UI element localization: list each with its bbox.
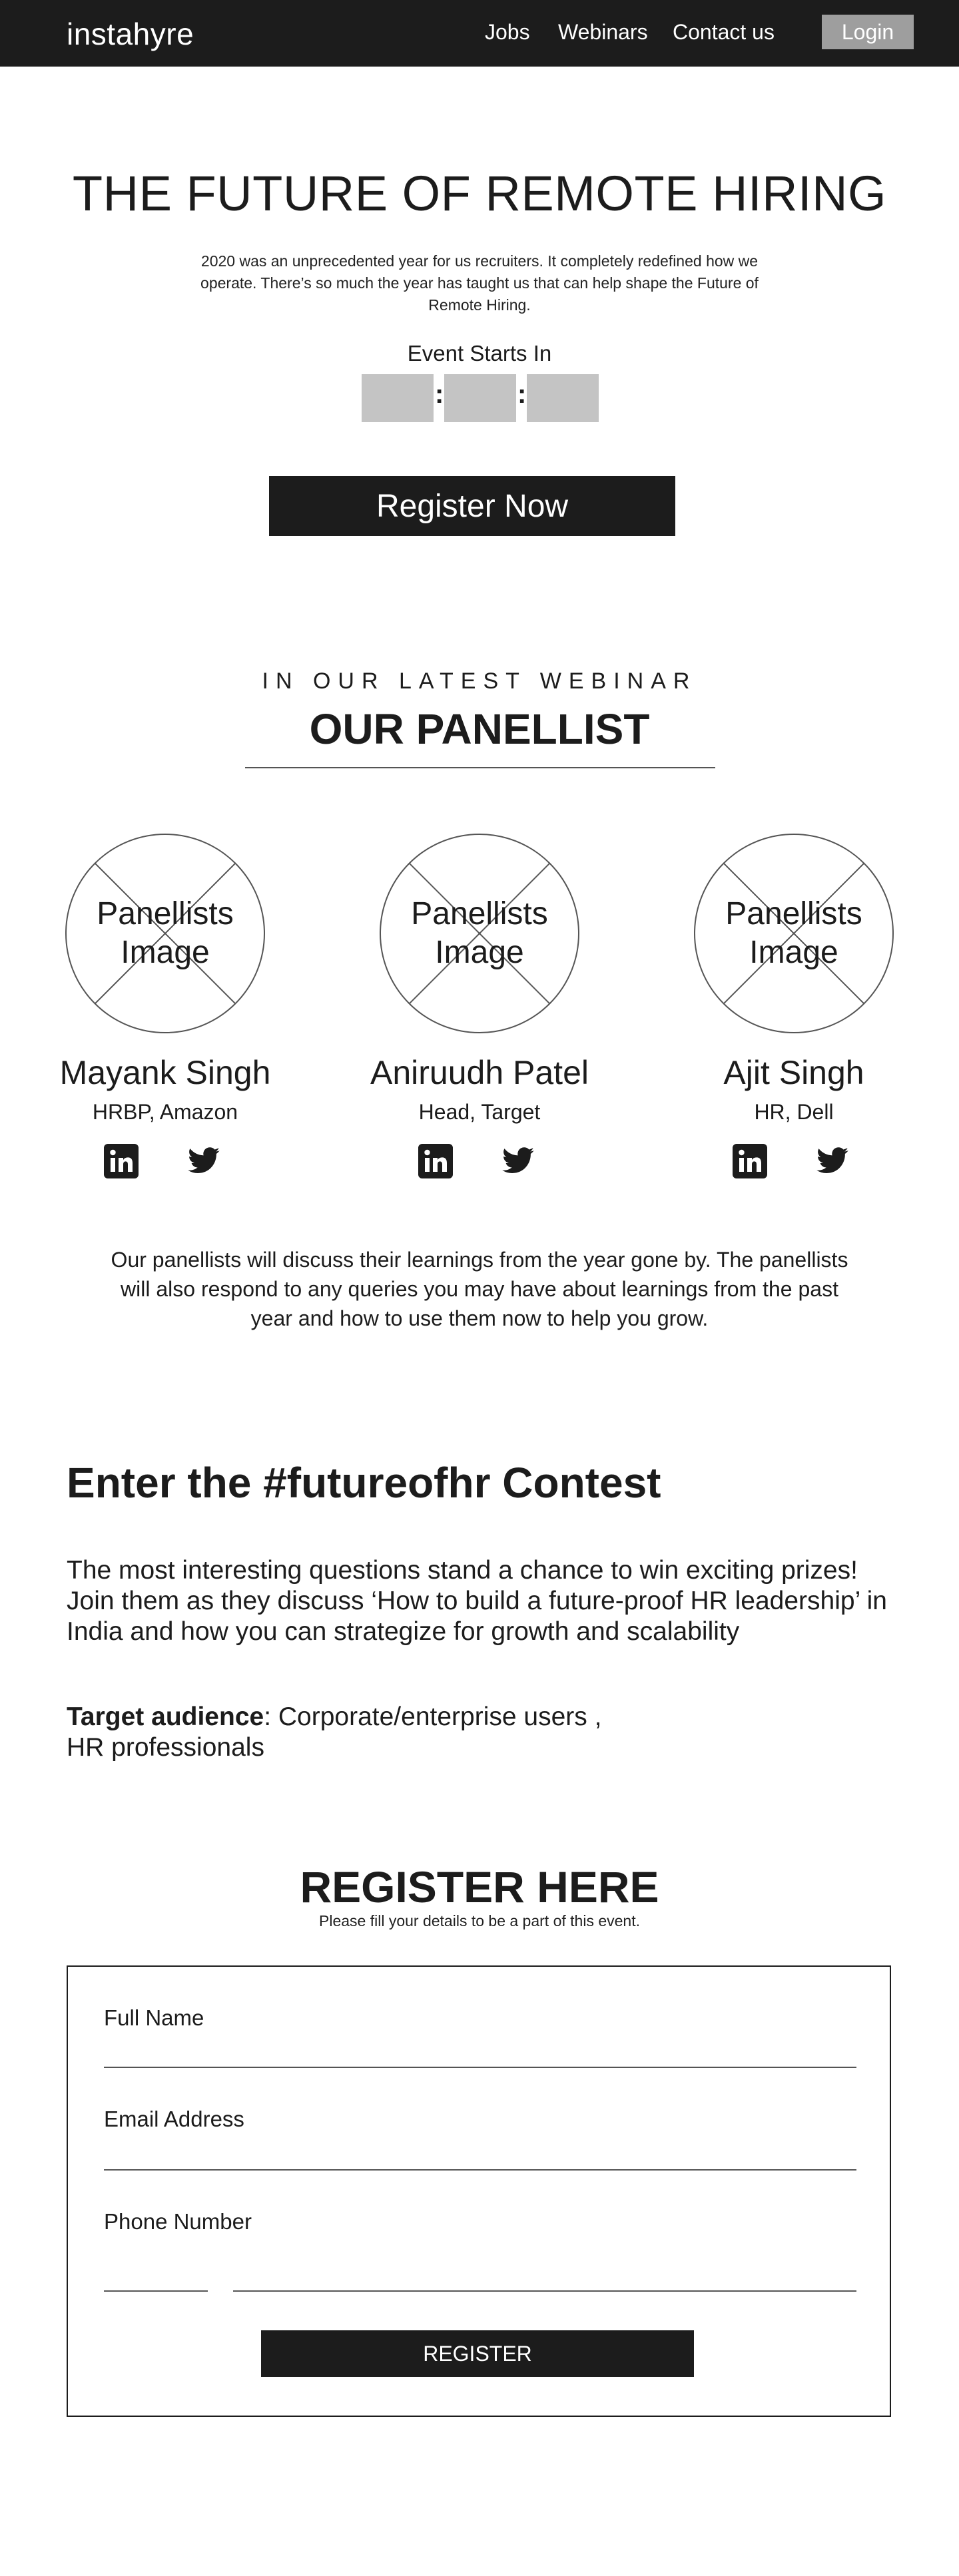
register-now-button[interactable]: Register Now: [269, 476, 675, 536]
full-name-label: Full Name: [104, 2005, 204, 2030]
country-code-field[interactable]: [104, 2252, 208, 2292]
phone-field[interactable]: [233, 2252, 856, 2292]
hero-description: 2020 was an unprecedented year for us re…: [200, 252, 759, 314]
countdown-box-seconds: [527, 374, 599, 422]
contest-heading: Enter the #futureofhr Contest: [67, 1459, 661, 1507]
panelist-role: HR, Dell: [754, 1100, 834, 1124]
country-code-underline: [104, 2290, 208, 2292]
panelist-role: HRBP, Amazon: [92, 1100, 238, 1124]
countdown-separator: :: [435, 380, 444, 409]
phone-label: Phone Number: [104, 2209, 252, 2234]
panelist-role: Head, Target: [418, 1100, 541, 1124]
heading-divider: [245, 767, 715, 768]
email-field[interactable]: [104, 2131, 856, 2171]
event-starts-label: Event Starts In: [407, 341, 552, 366]
full-name-underline: [104, 2067, 856, 2068]
twitter-icon[interactable]: [501, 1144, 535, 1178]
twitter-icon[interactable]: [186, 1144, 221, 1178]
nav-webinars-link[interactable]: Webinars: [558, 20, 648, 45]
phone-underline: [233, 2290, 856, 2292]
twitter-icon[interactable]: [815, 1144, 850, 1178]
email-label: Email Address: [104, 2107, 244, 2131]
target-audience-label: Target audience: [67, 1702, 264, 1731]
panellist-description: Our panellists will discuss their learni…: [111, 1248, 848, 1330]
target-audience: Target audience: Corporate/enterprise us…: [67, 1702, 602, 1762]
panelist-image-placeholder: Panellists Image: [380, 834, 579, 1033]
full-name-field[interactable]: [104, 2028, 856, 2068]
linkedin-icon[interactable]: [104, 1144, 139, 1178]
countdown-timer: : :: [362, 374, 599, 422]
countdown-separator: :: [517, 380, 527, 409]
linkedin-icon[interactable]: [418, 1144, 453, 1178]
email-underline: [104, 2169, 856, 2171]
countdown-box-minutes: [444, 374, 516, 422]
linkedin-icon[interactable]: [733, 1144, 767, 1178]
nav-jobs-link[interactable]: Jobs: [485, 20, 530, 45]
panellist-heading: OUR PANELLIST: [309, 705, 650, 753]
register-subheading: Please fill your details to be a part of…: [319, 1912, 640, 1930]
panelist-name: Ajit Singh: [723, 1054, 864, 1091]
panelist-image-placeholder: Panellists Image: [65, 834, 265, 1033]
nav-contact-link[interactable]: Contact us: [673, 20, 775, 45]
image-placeholder-label: Panellists Image: [411, 896, 548, 970]
register-heading: REGISTER HERE: [300, 1862, 659, 1912]
hero-title: THE FUTURE OF REMOTE HIRING: [72, 166, 887, 221]
panelist-image-placeholder: Panellists Image: [694, 834, 894, 1033]
registration-form: Full Name Email Address Phone Number REG…: [67, 1965, 891, 2417]
image-placeholder-label: Panellists Image: [725, 896, 862, 970]
contest-hashtag: #futureofhr: [263, 1459, 491, 1507]
register-submit-button[interactable]: REGISTER: [261, 2330, 694, 2377]
panelist-name: Aniruudh Patel: [370, 1054, 589, 1091]
login-button[interactable]: Login: [822, 15, 914, 49]
top-navbar: instahyre Jobs Webinars Contact us Login: [0, 0, 959, 67]
logo[interactable]: instahyre: [67, 16, 194, 52]
webinar-kicker: IN OUR LATEST WEBINAR: [262, 668, 697, 694]
contest-description: The most interesting questions stand a c…: [67, 1556, 887, 1646]
image-placeholder-label: Panellists Image: [97, 896, 234, 970]
panelist-name: Mayank Singh: [59, 1054, 271, 1091]
countdown-box-hours: [362, 374, 434, 422]
